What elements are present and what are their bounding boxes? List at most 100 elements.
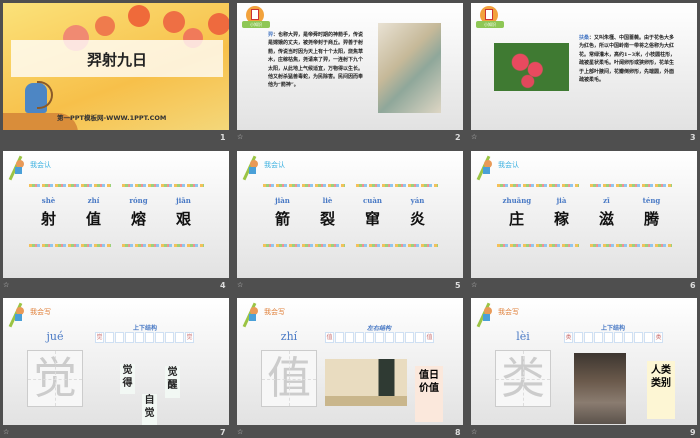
- stroke-step: [385, 332, 394, 343]
- character-item: shè 射: [35, 196, 63, 229]
- decor-line: [122, 184, 204, 187]
- stroke-step: 觉: [95, 332, 104, 343]
- stroke-step: [584, 332, 593, 343]
- slide-number: 6: [690, 281, 696, 290]
- knowledge-badge: 小知识: [242, 6, 270, 30]
- slide-number: 9: [690, 428, 696, 437]
- character-list: jiàn 箭 liè 裂 cuàn 窜 yán 炎: [237, 196, 463, 229]
- stroke-step: [594, 332, 603, 343]
- section-title: 我会写: [30, 308, 51, 316]
- classroom-illustration: [325, 359, 407, 406]
- decor-line: [356, 244, 438, 247]
- character-pinyin: jué: [46, 330, 64, 343]
- decor-line: [263, 184, 345, 187]
- character-item: cuàn 窜: [359, 196, 387, 229]
- pinyin: shè: [41, 196, 56, 205]
- slide-subtitle: 第一PPT模板网-WWW.1PPT.COM: [57, 114, 167, 122]
- slide-number: 8: [455, 428, 461, 437]
- hibiscus-photo: [494, 43, 569, 91]
- section-title: 我会认: [264, 161, 285, 169]
- kid-pencil-icon: [7, 302, 27, 328]
- decor-line: [29, 184, 111, 187]
- stroke-step: [644, 332, 653, 343]
- transition-icon: ☆: [471, 428, 478, 436]
- decor-line: [356, 184, 438, 187]
- stroke-step: [155, 332, 164, 343]
- pinyin: jiàn: [275, 196, 290, 205]
- slide-number: 2: [455, 133, 461, 142]
- slide-number: 3: [690, 133, 696, 142]
- hanzi: 滋: [598, 210, 614, 228]
- character-item: téng 腾: [638, 196, 666, 229]
- document-icon: [485, 9, 493, 20]
- character-item: yán 炎: [404, 196, 432, 229]
- section-title: 我会写: [498, 308, 519, 316]
- character-item: zhí 值: [80, 196, 108, 229]
- lantern: [95, 16, 115, 36]
- character-item: zī 滋: [593, 196, 621, 229]
- stroke-step: [115, 332, 124, 343]
- pinyin: téng: [642, 196, 661, 205]
- slide-thumbnail-2[interactable]: 小知识 羿：也称大羿，是帝舜时期的神箭手，传说是嫦娥的丈夫，被尧帝封于商丘。羿善…: [237, 3, 463, 130]
- slide-thumbnail-6[interactable]: 我会认 zhuāng 庄 jià 稼 zī 滋 téng 腾: [471, 151, 697, 278]
- slide-thumbnail-7[interactable]: 我会写 jué 觉 上下结构 觉觉 觉得 觉醒 自觉: [3, 298, 229, 425]
- section-title: 我会认: [30, 161, 51, 169]
- kid-pencil-icon: [475, 302, 495, 328]
- lantern: [128, 5, 150, 27]
- kid-pencil-icon: [7, 155, 27, 181]
- stroke-order: 觉觉: [95, 332, 194, 343]
- word-card: 自觉: [142, 394, 157, 425]
- stroke-step: 值: [325, 332, 334, 343]
- hanzi: 稼: [553, 210, 569, 228]
- character-item: jià 稼: [548, 196, 576, 229]
- slide-thumbnail-9[interactable]: 我会写 lèi 类 上下结构 类类 人类 类别: [471, 298, 697, 425]
- decor-line: [590, 184, 672, 187]
- transition-icon: ☆: [3, 428, 10, 436]
- decor-line: [263, 244, 345, 247]
- transition-icon: ☆: [471, 281, 478, 289]
- lantern: [208, 13, 229, 35]
- hanzi: 窜: [364, 210, 380, 228]
- word-card: 人类 类别: [647, 361, 675, 419]
- slide-thumbnail-8[interactable]: 我会写 zhí 值 左右结构 值值 值日 价值: [237, 298, 463, 425]
- kid-pencil-icon: [475, 155, 495, 181]
- character-grid: 类: [495, 350, 551, 407]
- crowd-photo: [574, 353, 626, 424]
- stroke-step: [624, 332, 633, 343]
- stroke-step: [415, 332, 424, 343]
- decor-line: [29, 244, 111, 247]
- pinyin: zhí: [87, 196, 100, 205]
- character-item: zhuāng 庄: [503, 196, 532, 229]
- knowledge-badge: 小知识: [476, 6, 504, 30]
- hanzi: 庄: [508, 210, 524, 228]
- transition-icon: ☆: [3, 281, 10, 289]
- stroke-step: [355, 332, 364, 343]
- stroke-order: 值值: [325, 332, 434, 343]
- character-item: róng 熔: [125, 196, 153, 229]
- stroke-step: [614, 332, 623, 343]
- slide-body-text: 扶桑：又叫朱槿、中国蔷薇。由于花色大多为红色，所以中国岭南一带将之俗称为大红花。…: [579, 35, 676, 84]
- slide-thumbnail-5[interactable]: 我会认 jiàn 箭 liè 裂 cuàn 窜 yán 炎: [237, 151, 463, 278]
- stroke-step: [175, 332, 184, 343]
- hanzi: 裂: [319, 210, 335, 228]
- stroke-step: [145, 332, 154, 343]
- slide-thumbnail-4[interactable]: 我会认 shè 射 zhí 值 róng 熔 jiān 艰: [3, 151, 229, 278]
- stroke-step: [105, 332, 114, 343]
- slide-thumbnail-1[interactable]: 羿射九日 第一PPT模板网-WWW.1PPT.COM: [3, 3, 229, 130]
- stroke-step: 类: [564, 332, 573, 343]
- houyi-painting: [378, 23, 441, 113]
- character-list: zhuāng 庄 jià 稼 zī 滋 téng 腾: [471, 196, 697, 229]
- slide-title: 羿射九日: [86, 51, 147, 69]
- stroke-step: [395, 332, 404, 343]
- pinyin: zī: [603, 196, 610, 205]
- stroke-step: [574, 332, 583, 343]
- word-card: 觉醒: [165, 366, 180, 398]
- stroke-step: [634, 332, 643, 343]
- character-item: jiān 艰: [170, 196, 198, 229]
- decor-line: [497, 244, 579, 247]
- transition-icon: ☆: [237, 428, 244, 436]
- transition-icon: ☆: [471, 133, 478, 141]
- stroke-step: [125, 332, 134, 343]
- slide-thumbnail-3[interactable]: 小知识 扶桑：又叫朱槿、中国蔷薇。由于花色大多为红色，所以中国岭南一带将之俗称为…: [471, 3, 697, 130]
- pinyin: róng: [129, 196, 148, 205]
